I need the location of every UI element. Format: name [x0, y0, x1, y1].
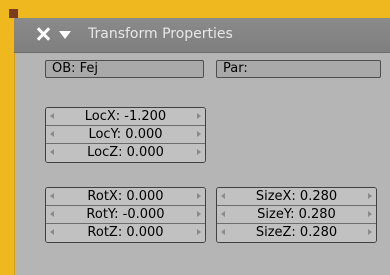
decrement-arrow-icon[interactable] [221, 193, 225, 199]
roty-button[interactable]: RotY: -0.000 [46, 206, 205, 224]
decrement-arrow-icon[interactable] [50, 229, 54, 235]
sizex-button[interactable]: SizeX: 0.280 [217, 188, 376, 206]
sizey-button[interactable]: SizeY: 0.280 [217, 206, 376, 224]
increment-arrow-icon[interactable] [368, 229, 372, 235]
panel-header[interactable]: Transform Properties [14, 18, 390, 53]
decrement-arrow-icon[interactable] [50, 193, 54, 199]
locy-button[interactable]: LocY: 0.000 [46, 126, 205, 144]
panel-title: Transform Properties [88, 26, 233, 42]
increment-arrow-icon[interactable] [197, 229, 201, 235]
decrement-arrow-icon[interactable] [221, 229, 225, 235]
rotation-group: RotX: 0.000 RotY: -0.000 RotZ: 0.000 [45, 187, 206, 243]
increment-arrow-icon[interactable] [197, 193, 201, 199]
decrement-arrow-icon[interactable] [50, 131, 54, 137]
decrement-arrow-icon[interactable] [50, 113, 54, 119]
decrement-arrow-icon[interactable] [50, 211, 54, 217]
increment-arrow-icon[interactable] [197, 211, 201, 217]
collapse-triangle-icon[interactable] [59, 31, 71, 39]
rotz-button[interactable]: RotZ: 0.000 [46, 224, 205, 242]
decrement-arrow-icon[interactable] [221, 211, 225, 217]
size-group: SizeX: 0.280 SizeY: 0.280 SizeZ: 0.280 [216, 187, 377, 243]
object-name-field[interactable]: OB: Fej [45, 60, 204, 78]
increment-arrow-icon[interactable] [197, 149, 201, 155]
close-icon[interactable] [36, 27, 50, 41]
location-group: LocX: -1.200 LocY: 0.000 LocZ: 0.000 [45, 107, 206, 163]
increment-arrow-icon[interactable] [197, 131, 201, 137]
locz-button[interactable]: LocZ: 0.000 [46, 144, 205, 162]
rotx-button[interactable]: RotX: 0.000 [46, 188, 205, 206]
decrement-arrow-icon[interactable] [50, 149, 54, 155]
increment-arrow-icon[interactable] [197, 113, 201, 119]
sizez-button[interactable]: SizeZ: 0.280 [217, 224, 376, 242]
locx-button[interactable]: LocX: -1.200 [46, 108, 205, 126]
corner-marker [9, 9, 18, 18]
parent-field[interactable]: Par: [216, 60, 381, 78]
increment-arrow-icon[interactable] [368, 193, 372, 199]
increment-arrow-icon[interactable] [368, 211, 372, 217]
